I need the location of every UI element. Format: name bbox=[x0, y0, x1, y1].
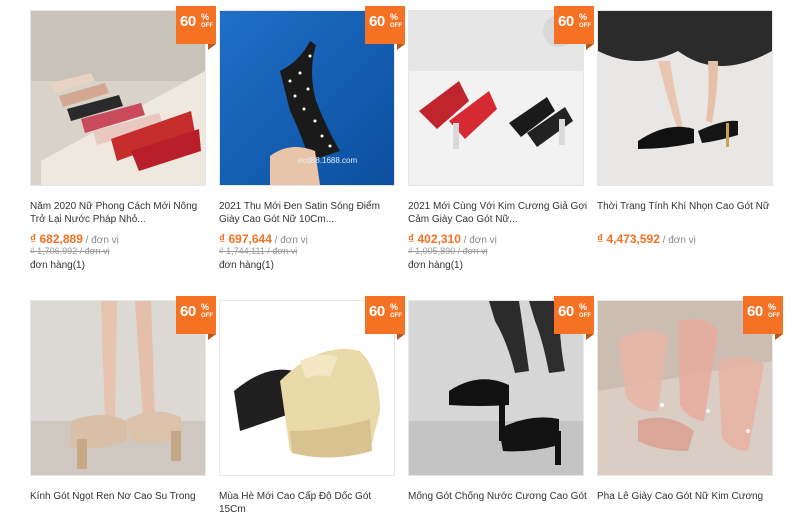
order-count: đơn hàng(1) bbox=[219, 260, 274, 271]
discount-badge: 60% OFF bbox=[176, 6, 216, 50]
watermark-text: ecd88.1688.com bbox=[298, 156, 357, 165]
price: ₫ 682,889 bbox=[30, 232, 83, 246]
old-price: ₫ 1,706,992 / đơn vị bbox=[30, 246, 110, 256]
old-price: ₫ 1,744,111 / đơn vị bbox=[219, 246, 298, 256]
price-line: ₫ 402,310 / đơn vị bbox=[408, 232, 497, 246]
order-count: đơn hàng(1) bbox=[30, 260, 85, 271]
price: ₫ 4,473,592 bbox=[597, 232, 660, 246]
product-title[interactable]: Pha Lê Giày Cao Gót Nữ Kim Cương bbox=[597, 490, 777, 503]
product-image[interactable] bbox=[597, 10, 773, 186]
product-title[interactable]: Thời Trang Tính Khí Nhọn Cao Gót Nữ bbox=[597, 200, 777, 213]
order-count: đơn hàng(1) bbox=[408, 260, 463, 271]
product-title[interactable]: Mùa Hè Mới Cao Cấp Độ Dốc Gót 15Cm bbox=[219, 490, 399, 516]
price-line: ₫ 4,473,592 / đơn vị bbox=[597, 232, 696, 246]
discount-badge: 60% OFF bbox=[554, 296, 594, 340]
discount-badge: 60% OFF bbox=[743, 296, 783, 340]
product-title[interactable]: 2021 Mới Cùng Với Kim Cương Giả Gợi Cảm … bbox=[408, 200, 588, 226]
discount-badge: 60% OFF bbox=[365, 296, 405, 340]
product-title[interactable]: Kính Gót Ngọt Ren Nơ Cao Su Trong bbox=[30, 490, 210, 503]
old-price: ₫ 1,005,890 / đơn vị bbox=[408, 246, 488, 256]
price: ₫ 697,644 bbox=[219, 232, 272, 246]
product-title[interactable]: Năm 2020 Nữ Phong Cách Mới Nông Trở Lại … bbox=[30, 200, 210, 226]
product-title[interactable]: 2021 Thu Mới Đen Satin Sóng Điểm Giày Ca… bbox=[219, 200, 399, 226]
price-line: ₫ 682,889 / đơn vị bbox=[30, 232, 119, 246]
discount-badge: 60% OFF bbox=[365, 6, 405, 50]
discount-badge: 60% OFF bbox=[554, 6, 594, 50]
discount-badge: 60% OFF bbox=[176, 296, 216, 340]
price: ₫ 402,310 bbox=[408, 232, 461, 246]
price-line: ₫ 697,644 / đơn vị bbox=[219, 232, 308, 246]
price-unit: / đơn vị bbox=[659, 235, 696, 246]
price-unit: / đơn vị bbox=[82, 235, 119, 246]
price-unit: / đơn vị bbox=[460, 235, 497, 246]
price-unit: / đơn vị bbox=[271, 235, 308, 246]
product-title[interactable]: Mống Gót Chống Nước Cương Cao Gót bbox=[408, 490, 588, 503]
